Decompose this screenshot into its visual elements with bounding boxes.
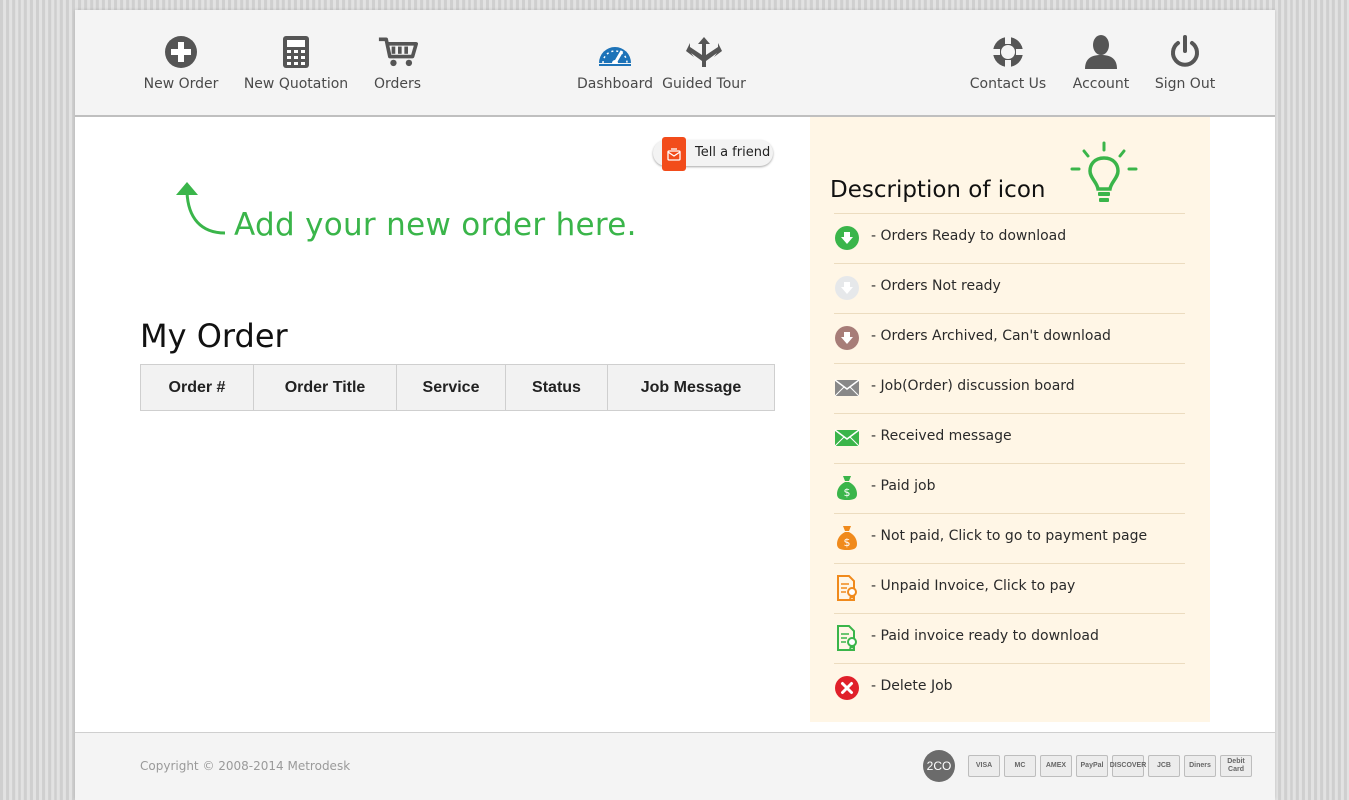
paid-money-bag-icon: $ — [834, 475, 860, 501]
nav-new-quotation[interactable]: New Quotation — [243, 32, 349, 102]
unpaid-money-bag-icon: $ — [834, 525, 860, 551]
nav-dashboard-label: Dashboard — [577, 76, 653, 92]
icon-legend-panel: Description of icon - Orders Ready to do… — [810, 117, 1210, 722]
legend-title: Description of icon — [830, 177, 1046, 203]
legend-item-label: - Received message — [871, 428, 1012, 444]
visa-card-icon: VISA — [968, 755, 1000, 777]
lifebuoy-icon — [988, 32, 1028, 72]
legend-list: - Orders Ready to download - Orders Not … — [834, 213, 1185, 713]
column-order-title[interactable]: Order Title — [253, 364, 397, 411]
payment-2co-logo: 2CO — [923, 750, 955, 782]
nav-sign-out-label: Sign Out — [1154, 76, 1216, 92]
user-icon — [1081, 32, 1121, 72]
page: New Order New Quotation Orders Dashboard — [75, 10, 1275, 800]
paypal-icon: PayPal — [1076, 755, 1108, 777]
main-content: Tell a friend Add your new order here. M… — [75, 117, 810, 732]
tell-a-friend-button[interactable]: Tell a friend — [653, 137, 773, 171]
plus-circle-icon — [161, 32, 201, 72]
discussion-envelope-icon — [834, 375, 860, 401]
amex-card-icon: AMEX — [1040, 755, 1072, 777]
nav-account[interactable]: Account — [1070, 32, 1132, 102]
diners-card-icon: Diners — [1184, 755, 1216, 777]
curved-arrow-icon — [173, 180, 229, 240]
legend-item-label: - Orders Ready to download — [871, 228, 1067, 244]
column-service[interactable]: Service — [396, 364, 506, 411]
cart-icon — [378, 32, 418, 72]
list-item: - Paid invoice ready to download — [834, 613, 1185, 663]
nav-guided-tour-label: Guided Tour — [662, 76, 746, 92]
tell-a-friend-label: Tell a friend — [695, 145, 771, 160]
paid-invoice-icon — [834, 625, 860, 651]
list-item: - Unpaid Invoice, Click to pay — [834, 563, 1185, 613]
footer: Copyright © 2008-2014 Metrodesk 2CO VISA… — [75, 732, 1275, 800]
list-item: - Orders Not ready — [834, 263, 1185, 313]
list-item: - Orders Ready to download — [834, 213, 1185, 263]
svg-text:$: $ — [844, 486, 851, 499]
list-item: - Received message — [834, 413, 1185, 463]
nav-new-order-label: New Order — [143, 76, 219, 92]
power-icon — [1165, 32, 1205, 72]
list-item: - Delete Job — [834, 663, 1185, 713]
nav-dashboard[interactable]: Dashboard — [577, 32, 653, 102]
unpaid-invoice-icon — [834, 575, 860, 601]
svg-text:$: $ — [844, 536, 851, 549]
column-order-number[interactable]: Order # — [140, 364, 254, 411]
my-order-title: My Order — [140, 317, 288, 355]
nav-contact-us-label: Contact Us — [969, 76, 1047, 92]
legend-item-label: - Delete Job — [871, 678, 953, 694]
legend-item-label: - Orders Archived, Can't download — [871, 328, 1111, 344]
column-job-message[interactable]: Job Message — [607, 364, 775, 411]
mastercard-icon: MC — [1004, 755, 1036, 777]
speedometer-icon — [595, 32, 635, 72]
nav-guided-tour[interactable]: Guided Tour — [662, 32, 746, 102]
legend-item-label: - Not paid, Click to go to payment page — [871, 528, 1148, 544]
nav-new-quotation-label: New Quotation — [243, 76, 349, 92]
list-item: - Job(Order) discussion board — [834, 363, 1185, 413]
list-item: $ - Not paid, Click to go to payment pag… — [834, 513, 1185, 563]
archived-icon — [834, 325, 860, 351]
download-not-ready-icon — [834, 275, 860, 301]
discover-card-icon: DISCOVER — [1110, 755, 1146, 777]
orders-table: Order # Order Title Service Status Job M… — [140, 364, 775, 411]
jcb-card-icon: JCB — [1148, 755, 1180, 777]
table-header-row: Order # Order Title Service Status Job M… — [140, 364, 775, 411]
download-ready-icon — [834, 225, 860, 251]
lightbulb-icon — [1068, 141, 1140, 217]
nav-sign-out[interactable]: Sign Out — [1155, 32, 1215, 102]
legend-item-label: - Paid job — [871, 478, 936, 494]
calculator-icon — [276, 32, 316, 72]
nav-orders-label: Orders — [373, 76, 422, 92]
legend-item-label: - Unpaid Invoice, Click to pay — [871, 578, 1076, 594]
nav-contact-us[interactable]: Contact Us — [969, 32, 1047, 102]
add-order-hint: Add your new order here. — [234, 207, 637, 243]
legend-item-label: - Job(Order) discussion board — [871, 378, 1075, 394]
delete-icon — [834, 675, 860, 701]
received-message-icon — [834, 425, 860, 451]
debit-card-icon: Debit Card — [1220, 755, 1252, 777]
list-item: - Orders Archived, Can't download — [834, 313, 1185, 363]
directions-icon — [684, 32, 724, 72]
legend-item-label: - Orders Not ready — [871, 278, 1001, 294]
top-nav: New Order New Quotation Orders Dashboard — [75, 10, 1275, 117]
nav-orders[interactable]: Orders — [373, 32, 422, 102]
nav-new-order[interactable]: New Order — [143, 32, 219, 102]
copyright-text: Copyright © 2008-2014 Metrodesk — [140, 759, 351, 773]
column-status[interactable]: Status — [505, 364, 608, 411]
list-item: $ - Paid job — [834, 463, 1185, 513]
payment-cards: VISA MC AMEX PayPal DISCOVER JCB Diners … — [968, 755, 1252, 777]
nav-account-label: Account — [1072, 76, 1130, 92]
share-icon — [662, 137, 686, 171]
legend-item-label: - Paid invoice ready to download — [871, 628, 1099, 644]
